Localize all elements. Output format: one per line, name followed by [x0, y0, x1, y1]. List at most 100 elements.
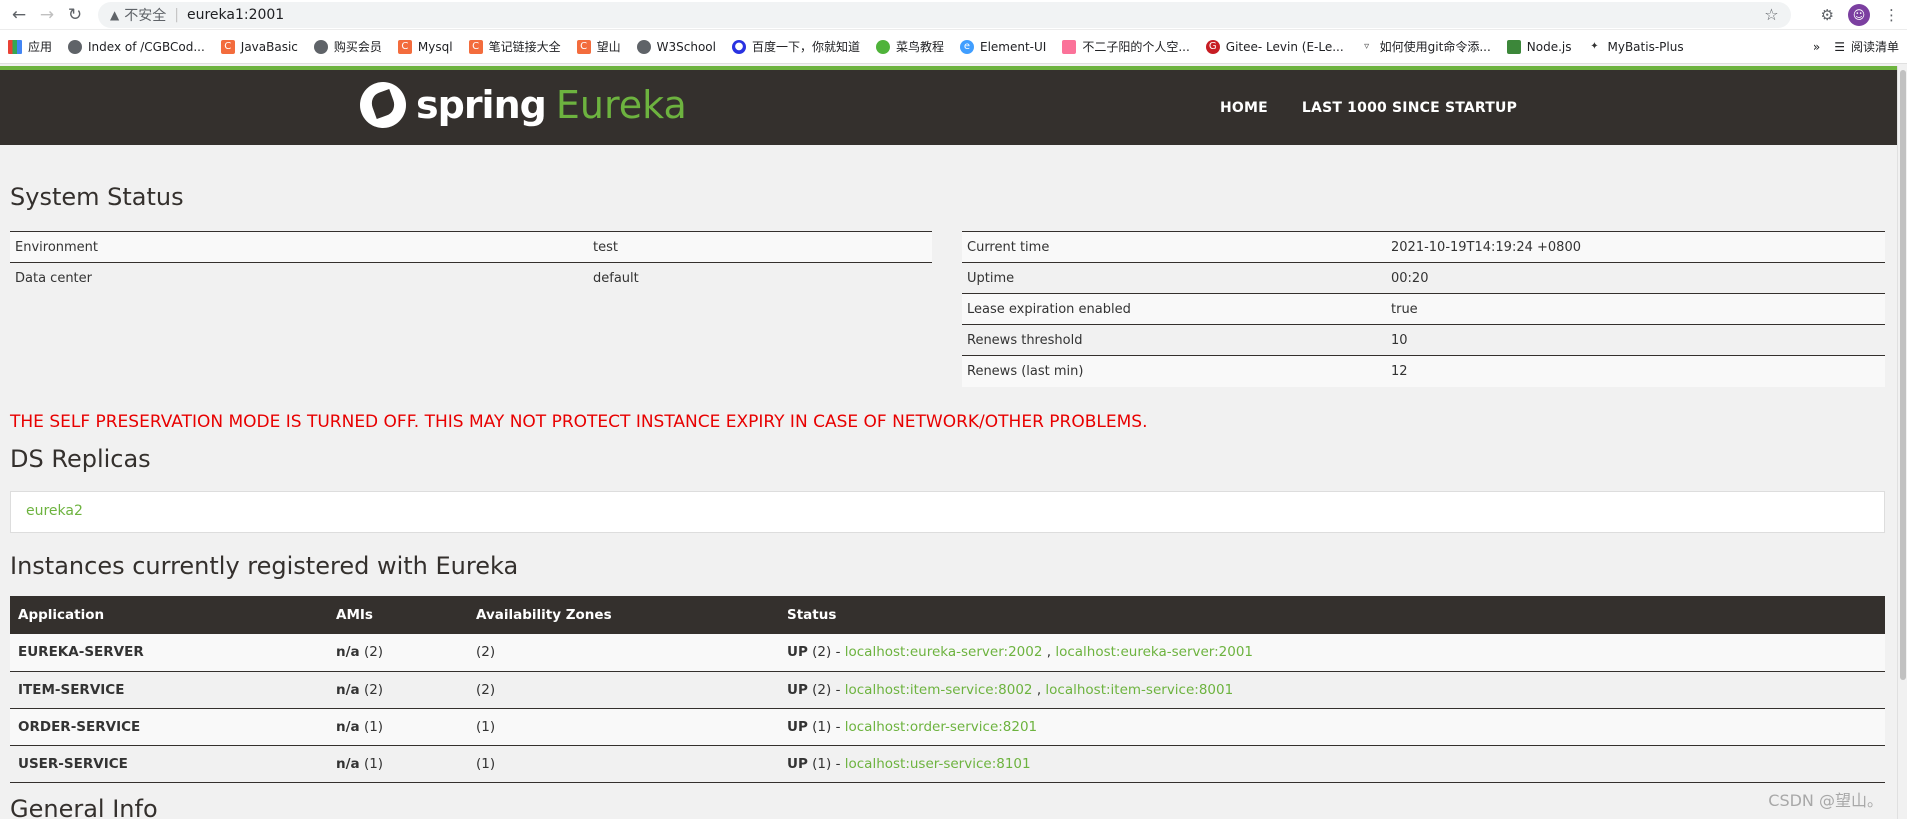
address-bar[interactable]: ▲ 不安全 | eureka1:2001 ☆ — [98, 1, 1791, 28]
instance-link[interactable]: localhost:order-service:8201 — [845, 719, 1037, 735]
globe-icon — [313, 39, 328, 54]
reading-list-button[interactable]: ☰ 阅读清单 — [1834, 38, 1899, 55]
status-key: Lease expiration enabled — [962, 293, 1386, 325]
instance-link[interactable]: localhost:item-service:8002 — [845, 682, 1033, 698]
bookmarks-overflow: » ☰ 阅读清单 — [1813, 38, 1899, 55]
bookmark-item[interactable]: Node.js — [1506, 39, 1571, 54]
browser-toolbar: ← → ↻ ▲ 不安全 | eureka1:2001 ☆ ⚙ ☺ ⋮ — [0, 0, 1907, 30]
status-up: UP — [787, 681, 808, 698]
reading-list-label: 阅读清单 — [1850, 40, 1899, 54]
spring-eureka-logo[interactable]: spring Eureka — [360, 82, 687, 128]
bookmark-item[interactable]: W3School — [636, 39, 716, 54]
logo-spring-text: spring — [416, 83, 547, 127]
link-separator: , — [1046, 644, 1052, 661]
url-text[interactable]: eureka1:2001 — [187, 7, 284, 23]
status-count: (1) - — [812, 755, 845, 772]
mybatis-bird-icon: ✦ — [1590, 41, 1599, 52]
table-header-row: Application AMIs Availability Zones Stat… — [10, 596, 1885, 634]
amis-value: n/a — [336, 755, 360, 772]
scrollbar-thumb[interactable] — [1900, 70, 1906, 680]
bookmark-label: 应用 — [28, 40, 53, 54]
bookmark-item[interactable]: ● 百度一下，你就知道 — [731, 38, 860, 55]
instance-link[interactable]: localhost:eureka-server:2002 — [845, 644, 1043, 660]
bookmark-item[interactable]: C 笔记链接大全 — [468, 38, 561, 55]
table-row: Environment test — [10, 231, 932, 263]
table-row: USER-SERVICE n/a (1) (1) UP (1) - localhost… — [10, 745, 1885, 783]
instance-link[interactable]: localhost:eureka-server:2001 — [1055, 644, 1253, 660]
table-row: Data center default — [10, 262, 932, 294]
runoob-icon — [875, 39, 890, 54]
amis-value: n/a — [336, 681, 360, 698]
address-separator: | — [174, 6, 179, 23]
extensions-puzzle-icon[interactable]: ⚙ — [1821, 6, 1834, 24]
availability-zones-value: (2) — [468, 634, 779, 672]
status-key: Environment — [10, 231, 588, 263]
bookmark-item[interactable]: Index of /CGBCod... — [68, 39, 205, 54]
bookmark-item[interactable]: C 望山 — [576, 38, 621, 55]
status-cell: UP (2) - localhost:eureka-server:2002 , … — [779, 634, 1885, 672]
amis-value: n/a — [336, 718, 360, 735]
table-row: EUREKA-SERVER n/a (2) (2) UP (2) - localhos… — [10, 634, 1885, 672]
bookmark-item[interactable]: e Element-UI — [960, 39, 1046, 54]
bookmark-label: MyBatis-Plus — [1607, 39, 1684, 54]
amis-cell: n/a (1) — [328, 708, 468, 746]
system-status-title: System Status — [10, 183, 184, 211]
bookmark-item[interactable]: ▿ 如何使用git命令添... — [1360, 38, 1491, 55]
status-key: Renews (last min) — [962, 355, 1386, 387]
table-row: Renews threshold 10 — [962, 324, 1885, 356]
back-arrow-icon[interactable]: ← — [8, 4, 30, 26]
status-count: (1) - — [812, 718, 845, 735]
ds-replica-link[interactable]: eureka2 — [26, 503, 83, 519]
bookmark-label: Index of /CGBCod... — [88, 39, 205, 54]
csdn-watermark: CSDN @望山。 — [1768, 791, 1883, 810]
eureka-header: spring Eureka HOME LAST 1000 SINCE START… — [0, 66, 1897, 145]
bookmark-label: 百度一下，你就知道 — [751, 40, 860, 54]
link-separator: , — [1036, 681, 1042, 698]
status-value: true — [1386, 293, 1885, 325]
application-name: USER-SERVICE — [10, 745, 328, 783]
status-value: 10 — [1386, 324, 1885, 356]
instance-link[interactable]: localhost:user-service:8101 — [845, 756, 1031, 772]
status-count: (2) - — [812, 644, 845, 661]
instance-link[interactable]: localhost:item-service:8001 — [1045, 682, 1233, 698]
reload-icon[interactable]: ↻ — [64, 4, 86, 26]
bookmark-item[interactable]: 菜鸟教程 — [875, 38, 944, 55]
amis-cell: n/a (2) — [328, 634, 468, 672]
insecure-label: 不安全 — [124, 7, 167, 24]
status-cell: UP (1) - localhost:order-service:8201 — [779, 708, 1885, 746]
globe-icon — [68, 39, 83, 54]
ds-replicas-title: DS Replicas — [10, 445, 151, 473]
status-up: UP — [787, 718, 808, 735]
element-icon: e — [960, 39, 974, 54]
bookmark-star-icon[interactable]: ☆ — [1764, 5, 1778, 24]
triangle-icon: ▿ — [1364, 41, 1370, 52]
instances-table: Application AMIs Availability Zones Stat… — [10, 596, 1885, 783]
amis-value: n/a — [336, 644, 360, 661]
bookmark-item[interactable]: 不二子阳的个人空... — [1062, 38, 1190, 55]
table-row: Uptime 00:20 — [962, 262, 1885, 294]
bookmark-item[interactable]: 购买会员 — [313, 38, 382, 55]
browser-menu-icon[interactable]: ⋮ — [1884, 6, 1899, 24]
self-preservation-warning: THE SELF PRESERVATION MODE IS TURNED OFF… — [10, 412, 1148, 432]
apps-grid-icon — [8, 39, 22, 54]
profile-avatar[interactable]: ☺ — [1848, 3, 1870, 26]
status-key: Uptime — [962, 262, 1386, 294]
bookmark-item[interactable]: 应用 — [8, 38, 52, 55]
page-scrollbar[interactable] — [1897, 66, 1907, 819]
application-name: ITEM-SERVICE — [10, 671, 328, 709]
status-value: 2021-10-19T14:19:24 +0800 — [1386, 231, 1885, 263]
forward-arrow-icon[interactable]: → — [36, 4, 58, 26]
bookmark-item[interactable]: ✦ MyBatis-Plus — [1587, 40, 1683, 54]
status-up: UP — [787, 644, 808, 661]
bookmark-item[interactable]: G Gitee- Levin (E-Le... — [1205, 39, 1344, 54]
bookmark-item[interactable]: C JavaBasic — [220, 39, 298, 54]
bookmarks-more-chevron-icon[interactable]: » — [1813, 40, 1820, 54]
nav-home[interactable]: HOME — [1220, 100, 1268, 116]
nav-last-1000[interactable]: LAST 1000 SINCE STARTUP — [1302, 100, 1517, 116]
table-row: Lease expiration enabled true — [962, 293, 1885, 325]
bookmark-item[interactable]: C Mysql — [397, 39, 453, 54]
amis-count: (2) — [363, 644, 384, 661]
table-row: ORDER-SERVICE n/a (1) (1) UP (1) - localhos… — [10, 708, 1885, 746]
application-name: ORDER-SERVICE — [10, 708, 328, 746]
column-header-availability-zones: Availability Zones — [468, 596, 779, 634]
